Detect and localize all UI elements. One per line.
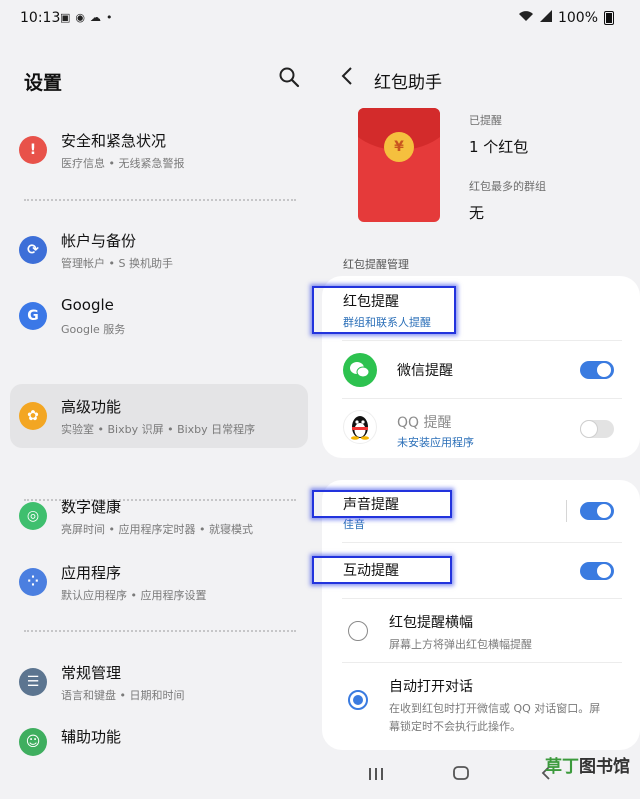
settings-item-advanced[interactable]: ✿ 高级功能 实验室 • Bixby 识屏 • Bixby 日常程序 [10,384,308,448]
settings-item-title: 高级功能 [61,398,122,416]
red-envelope-image: ¥ [358,108,440,222]
qq-row[interactable]: QQ 提醒 未安装应用程序 [322,400,640,458]
settings-item-title: 辅助功能 [61,728,122,746]
settings-item-subtitle: 语言和键盘 • 日期和时间 [61,689,185,702]
back-arrow-icon [341,67,352,85]
sliders-icon: ☰ [19,668,47,696]
watermark-prefix: 草丁 [545,757,579,777]
wifi-icon [518,10,534,26]
home-button[interactable] [452,765,470,786]
reminded-label: 已提醒 [469,114,502,127]
battery-icon [604,11,614,25]
auto-open-description-line2: 幕锁定时不会执行此操作。 [389,720,521,733]
signal-icon [539,10,552,26]
search-icon [279,67,300,88]
sound-toggle[interactable] [580,502,614,520]
status-time: 10:13 [20,10,61,26]
settings-item-title: Google [61,296,114,314]
auto-open-description-line1: 在收到红包时打开微信或 QQ 对话窗口。屏 [389,702,601,715]
banner-title: 红包提醒横幅 [389,615,473,631]
sync-icon: ⟳ [19,236,47,264]
settings-item-google[interactable]: G Google Google 服务 [10,284,308,348]
settings-item-title: 应用程序 [61,564,122,582]
ca-icon: ◉ [75,11,86,24]
divider [342,542,622,543]
qq-penguin-icon [343,410,377,444]
qq-title: QQ 提醒 [397,415,452,431]
reminded-value: 1 个红包 [469,138,529,156]
settings-item-wellbeing[interactable]: ◎ 数字健康 亮屏时间 • 应用程序定时器 • 就寝模式 [10,484,308,548]
emergency-icon: ! [19,136,47,164]
auto-open-option-row[interactable]: 自动打开对话 在收到红包时打开微信或 QQ 对话窗口。屏 幕锁定时不会执行此操作… [322,664,640,744]
back-button[interactable] [340,66,354,92]
wellbeing-icon: ◎ [19,502,47,530]
divider [342,662,622,663]
status-bar: 10:13 ▣ ◉ ☁ • 100% [0,0,640,36]
search-button[interactable] [278,66,302,90]
sound-subtitle: 佳音 [343,518,365,531]
settings-item-accounts[interactable]: ⟳ 帐户与备份 管理帐户 • S 换机助手 [10,218,308,282]
page-title: 红包助手 [374,73,442,93]
settings-item-subtitle: Google 服务 [61,323,126,336]
gear-plus-icon: ✿ [19,402,47,430]
recent-apps-button[interactable] [368,765,384,786]
dot-icon: • [106,11,113,24]
settings-item-title: 数字健康 [61,498,122,516]
battery-percent: 100% [557,10,598,26]
settings-item-subtitle: 实验室 • Bixby 识屏 • Bixby 日常程序 [61,423,256,436]
interactive-toggle[interactable] [580,562,614,580]
banner-description: 屏幕上方将弹出红包横幅提醒 [389,638,532,651]
settings-item-title: 常规管理 [61,664,122,682]
wechat-row[interactable]: 微信提醒 [322,342,640,398]
auto-open-radio[interactable] [348,690,368,710]
apps-icon: ⁘ [19,568,47,596]
highlight-box [312,286,456,334]
divider [24,630,296,632]
wechat-icon [343,353,377,387]
settings-item-apps[interactable]: ⁘ 应用程序 默认应用程序 • 应用程序设置 [10,550,308,614]
google-icon: G [19,302,47,330]
cloud-icon: ☁ [90,11,102,24]
settings-item-accessibility[interactable]: ☺ 辅助功能 [10,716,308,764]
settings-title: 设置 [24,72,63,94]
gallery-icon: ▣ [60,11,71,24]
qq-subtitle: 未安装应用程序 [397,436,474,449]
settings-item-general[interactable]: ☰ 常规管理 语言和键盘 • 日期和时间 [10,650,308,714]
divider [342,398,622,399]
accessibility-icon: ☺ [19,728,47,756]
qq-toggle[interactable] [580,420,614,438]
settings-item-title: 帐户与备份 [61,232,137,250]
settings-pane: 设置 ! 安全和紧急状况 医疗信息 • 无线紧急警报 ⟳ 帐户与备份 管理帐户 … [0,36,320,799]
recents-icon [369,768,383,780]
settings-item-safety[interactable]: ! 安全和紧急状况 医疗信息 • 无线紧急警报 [10,118,308,182]
home-icon [453,766,469,780]
notification-card: 声音提醒 佳音 互动提醒 红包提醒横幅 屏幕上方将弹出红包横幅提醒 自动打开对话… [312,480,640,750]
settings-item-title: 安全和紧急状况 [61,132,167,150]
divider [342,598,622,599]
banner-radio[interactable] [348,621,368,641]
settings-item-subtitle: 管理帐户 • S 换机助手 [61,257,173,270]
watermark: 草丁图书馆 [545,752,630,777]
watermark-suffix: 图书馆 [579,757,630,777]
wechat-title: 微信提醒 [397,363,453,379]
auto-open-title: 自动打开对话 [389,679,473,695]
detail-pane: 红包助手 ¥ 已提醒 1 个红包 红包最多的群组 无 红包提醒管理 红包提醒 群… [312,36,640,799]
section-label: 红包提醒管理 [343,258,409,271]
highlight-box [312,490,452,518]
highlight-box [312,556,452,584]
wechat-toggle[interactable] [580,361,614,379]
divider [342,340,622,341]
settings-item-subtitle: 亮屏时间 • 应用程序定时器 • 就寝模式 [61,523,253,536]
settings-item-subtitle: 医疗信息 • 无线紧急警报 [61,157,185,170]
top-group-value: 无 [469,204,485,222]
coin-icon: ¥ [384,132,414,162]
divider [24,199,296,201]
top-group-label: 红包最多的群组 [469,180,546,193]
vertical-divider [566,500,567,522]
banner-option-row[interactable]: 红包提醒横幅 屏幕上方将弹出红包横幅提醒 [322,600,640,662]
alert-card: 红包提醒 群组和联系人提醒 微信提醒 QQ 提醒 未安装应用程序 [312,276,640,458]
settings-item-subtitle: 默认应用程序 • 应用程序设置 [61,589,207,602]
